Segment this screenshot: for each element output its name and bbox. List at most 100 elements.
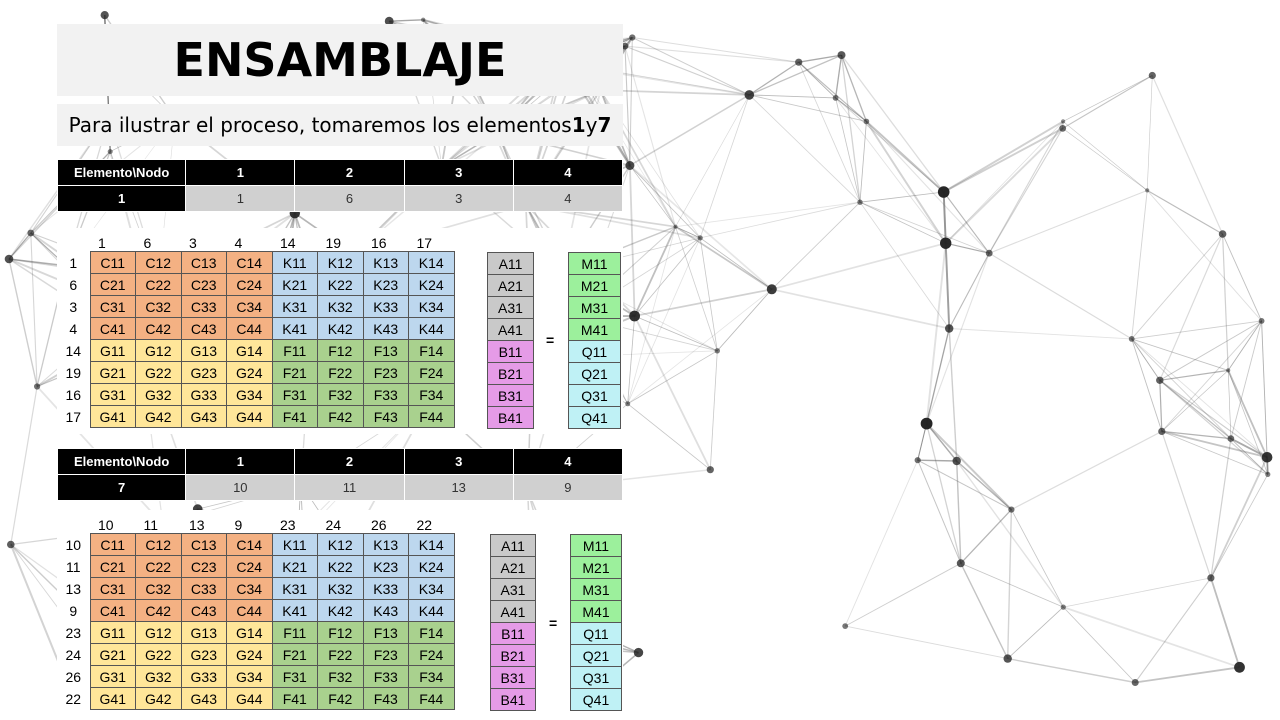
matrix-cell: K22 xyxy=(317,273,364,296)
matrix-row: 4 C41 C42 C43 C44 K41 K42 K43 K44 xyxy=(57,317,455,340)
row-node-label: 22 xyxy=(65,690,82,707)
matrix-row: 6 C21 C22 C23 C24 K21 K22 K23 K24 xyxy=(57,273,455,296)
matrix-row: 23 G11 G12 G13 G14 F11 F12 F13 F14 xyxy=(57,621,455,644)
column-node-label: 14 xyxy=(280,235,296,251)
column-node-label: 9 xyxy=(234,517,243,533)
header-node-1: 1 xyxy=(185,448,296,475)
column-node-label: 19 xyxy=(325,235,342,251)
force-vector-element-1: M11 M21 M31 M41 Q11 Q21 Q31 Q41 xyxy=(568,252,621,429)
matrix-cell: K33 xyxy=(362,577,409,600)
column-node-label: 10 xyxy=(98,517,114,533)
equals-sign: = xyxy=(549,615,558,631)
matrix-cell: F34 xyxy=(408,383,455,406)
corner-cell xyxy=(57,512,90,534)
matrix-cell: G43 xyxy=(180,405,227,428)
unknown-vector-element-7: A11 A21 A31 A41 B11 B21 B31 B41 xyxy=(490,534,536,711)
matrix-cell: C31 xyxy=(89,295,136,318)
element-number: 1 xyxy=(56,185,187,212)
matrix-cell: K11 xyxy=(271,533,318,556)
matrix-cell: G34 xyxy=(226,383,273,406)
matrix-cell: F41 xyxy=(271,687,318,710)
vector-cell: B11 xyxy=(487,340,534,363)
matrix-cell: F33 xyxy=(362,665,409,688)
node-value: 11 xyxy=(294,474,405,501)
row-node-label: 14 xyxy=(65,342,82,359)
matrix-cell: F13 xyxy=(362,621,409,644)
vector-cell: A31 xyxy=(487,296,534,319)
rhs-cell: M41 xyxy=(568,318,621,341)
matrix-cell: K31 xyxy=(271,295,318,318)
vector-cell: B41 xyxy=(490,688,536,711)
matrix-cell: C34 xyxy=(226,295,273,318)
rhs-cell: Q31 xyxy=(568,384,621,407)
matrix-cell: C43 xyxy=(180,317,227,340)
matrix-cell: G32 xyxy=(135,383,182,406)
column-node-label: 16 xyxy=(371,235,387,251)
matrix-cell: G21 xyxy=(89,361,136,384)
rhs-cell: Q31 xyxy=(570,666,622,689)
matrix-cell: C14 xyxy=(226,533,273,556)
matrix-cell: C11 xyxy=(89,251,136,274)
node-value: 9 xyxy=(512,474,624,501)
matrix-cell: F42 xyxy=(317,405,364,428)
matrix-cell: G33 xyxy=(180,665,227,688)
header-elemento-nodo: Elemento\Nodo xyxy=(56,159,187,186)
column-node-label: 11 xyxy=(143,517,159,533)
matrix-cell: K21 xyxy=(271,273,318,296)
matrix-cell: K32 xyxy=(317,295,364,318)
vector-cell: A11 xyxy=(490,534,536,557)
column-node-label: 6 xyxy=(143,235,152,251)
node-value: 3 xyxy=(403,185,514,212)
column-labels-row: 1 6 3 4 14 19 16 17 xyxy=(57,230,454,252)
matrix-cell: F44 xyxy=(408,405,455,428)
matrix-cell: F34 xyxy=(408,665,455,688)
matrix-cell: C44 xyxy=(226,599,273,622)
row-node-label: 1 xyxy=(69,254,78,271)
rhs-cell: M41 xyxy=(570,600,622,623)
subtitle-text: Para ilustrar el proceso, tomaremos los … xyxy=(68,113,572,137)
matrix-cell: C32 xyxy=(135,295,182,318)
column-node-label: 24 xyxy=(325,517,342,533)
matrix-cell: K12 xyxy=(317,251,364,274)
node-table-header: Elemento\Nodo 1 2 3 4 xyxy=(56,159,624,186)
matrix-cell: G42 xyxy=(135,405,182,428)
matrix-cell: K34 xyxy=(408,577,455,600)
matrix-cell: F44 xyxy=(408,687,455,710)
row-node-label: 24 xyxy=(65,646,82,663)
node-table-row: 7 10 11 13 9 xyxy=(56,474,624,501)
matrix-cell: K42 xyxy=(317,317,364,340)
column-labels-row: 10 11 13 9 23 24 26 22 xyxy=(57,512,454,534)
matrix-cell: C42 xyxy=(135,599,182,622)
matrix-row: 11 C21 C22 C23 C24 K21 K22 K23 K24 xyxy=(57,555,455,578)
matrix-cell: C14 xyxy=(226,251,273,274)
rhs-cell: M21 xyxy=(570,556,622,579)
vector-cell: A21 xyxy=(487,274,534,297)
matrix-cell: K12 xyxy=(317,533,364,556)
matrix-row: 24 G21 G22 G23 G24 F21 F22 F23 F24 xyxy=(57,643,455,666)
rhs-cell: Q11 xyxy=(570,622,622,645)
matrix-cell: G44 xyxy=(226,687,273,710)
matrix-cell: K24 xyxy=(408,273,455,296)
rhs-cell: Q21 xyxy=(568,362,621,385)
matrix-row: 9 C41 C42 C43 C44 K41 K42 K43 K44 xyxy=(57,599,455,622)
vector-cell: A21 xyxy=(490,556,536,579)
matrix-cell: C44 xyxy=(226,317,273,340)
matrix-cell: C22 xyxy=(135,273,182,296)
matrix-cell: F42 xyxy=(317,687,364,710)
matrix-cell: K41 xyxy=(271,599,318,622)
title-box: ENSAMBLAJE xyxy=(57,24,623,96)
matrix-cell: K41 xyxy=(271,317,318,340)
matrix-cell: F33 xyxy=(362,383,409,406)
matrix-cell: G41 xyxy=(89,405,136,428)
row-node-label: 9 xyxy=(69,602,78,619)
matrix-cell: K21 xyxy=(271,555,318,578)
row-node-label: 19 xyxy=(65,364,82,381)
subtitle-element-7: 7 xyxy=(597,113,612,137)
column-node-label: 22 xyxy=(416,517,433,533)
matrix-cell: G24 xyxy=(226,361,273,384)
matrix-row: 13 C31 C32 C33 C34 K31 K32 K33 K34 xyxy=(57,577,455,600)
rhs-cell: M11 xyxy=(570,534,622,557)
vector-cell: B31 xyxy=(490,666,536,689)
matrix-cell: C32 xyxy=(135,577,182,600)
matrix-cell: G33 xyxy=(180,383,227,406)
